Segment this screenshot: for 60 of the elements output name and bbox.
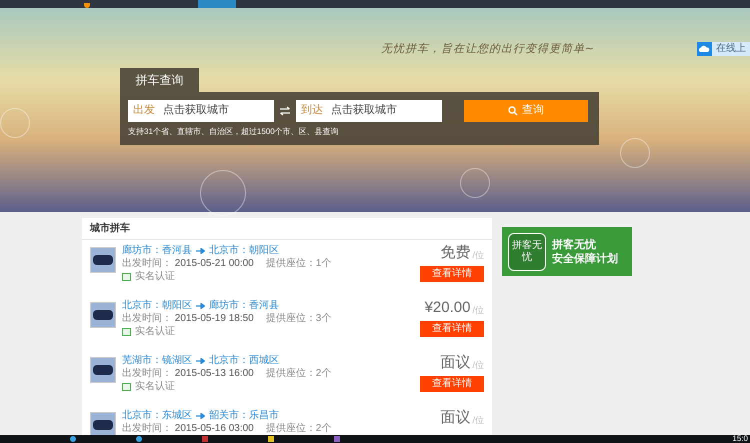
id-card-icon (122, 272, 131, 280)
search-icon (508, 106, 518, 116)
taskbar-clock: 15:0 (732, 435, 748, 443)
seats-info: 提供座位：3个 (266, 312, 332, 325)
id-card-icon (122, 328, 131, 336)
arrow-icon (196, 412, 205, 418)
route-origin-link[interactable]: 北京市：东城区 (122, 409, 192, 422)
route-destination-link[interactable]: 廊坊市：香河县 (209, 299, 279, 312)
shield-badge: 拼客无忧 (508, 232, 546, 270)
car-photo-placeholder (90, 357, 116, 383)
price-unit: /位 (472, 414, 484, 426)
departure-time: 出发时间： 2015-05-13 16:00 (122, 367, 254, 380)
search-button[interactable]: 查询 (464, 100, 588, 122)
logo-icon (84, 3, 90, 8)
swap-icon[interactable] (279, 106, 291, 116)
origin-field[interactable]: 出发 点击获取城市 (128, 100, 274, 122)
ad-subtitle: 安全保障计划 (552, 252, 618, 266)
price: ¥20.00 (424, 299, 470, 317)
price-unit: /位 (472, 248, 484, 262)
search-tab[interactable]: 拼车查询 (120, 68, 199, 92)
price: 面议 (440, 409, 470, 427)
details-button[interactable]: 查看详情 (420, 376, 484, 392)
list-title: 城市拼车 (82, 218, 492, 240)
arrow-icon (196, 358, 205, 364)
arrow-icon (196, 302, 205, 308)
nav-tab[interactable] (198, 0, 236, 8)
price-unit: /位 (472, 304, 484, 316)
details-button[interactable]: 查看详情 (420, 321, 484, 337)
verified-label: 实名认证 (135, 380, 175, 393)
price: 面议 (440, 354, 470, 372)
route-origin-link[interactable]: 北京市：朝阳区 (122, 299, 192, 312)
ad-title: 拼客无忧 (552, 238, 597, 252)
safety-ad-banner[interactable]: 拼客无忧 拼客无忧 安全保障计划 (502, 227, 632, 276)
price: 免费 (440, 244, 470, 262)
verified-label: 实名认证 (135, 270, 175, 283)
details-button[interactable]: 查看详情 (420, 266, 484, 282)
cloud-icon (697, 42, 712, 56)
route-origin-link[interactable]: 芜湖市：镜湖区 (122, 354, 192, 367)
verified-label: 实名认证 (135, 325, 175, 338)
route-destination-link[interactable]: 北京市：西城区 (209, 354, 279, 367)
seats-info: 提供座位：2个 (266, 422, 332, 435)
price-unit: /位 (472, 358, 484, 372)
departure-time: 出发时间： 2015-05-19 18:50 (122, 312, 254, 325)
route-destination-link[interactable]: 韶关市：乐昌市 (209, 409, 279, 422)
app-icon[interactable] (136, 436, 142, 442)
car-photo-placeholder (90, 302, 116, 328)
departure-time: 出发时间： 2015-05-21 00:00 (122, 257, 254, 270)
coverage-note: 支持31个省、直辖市、自治区，超过1500个市、区、县查询 (128, 126, 340, 138)
slogan: 无忧拼车，旨在让您的出行变得更简单~ (380, 41, 595, 57)
seats-info: 提供座位：1个 (266, 257, 332, 270)
arrow-icon (196, 248, 205, 254)
id-card-icon (122, 382, 131, 390)
car-photo-placeholder (90, 247, 116, 273)
destination-field[interactable]: 到达 点击获取城市 (296, 100, 442, 122)
app-icon[interactable] (70, 436, 76, 442)
seats-info: 提供座位：2个 (266, 367, 332, 380)
route-origin-link[interactable]: 廊坊市：香河县 (122, 244, 192, 257)
departure-time: 出发时间： 2015-05-16 03:00 (122, 422, 254, 435)
route-destination-link[interactable]: 北京市：朝阳区 (209, 244, 279, 257)
car-photo-placeholder (90, 412, 116, 435)
